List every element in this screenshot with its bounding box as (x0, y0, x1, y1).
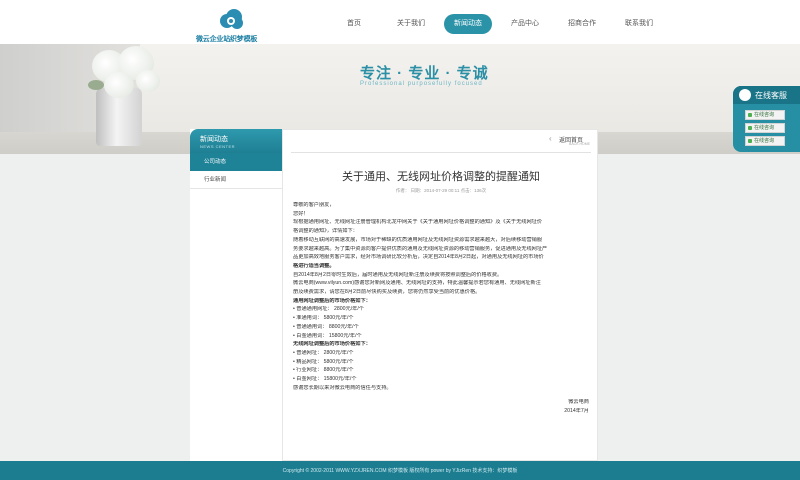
online-consult-button[interactable]: 在线咨询 (745, 110, 785, 120)
online-consult-button[interactable]: 在线咨询 (745, 136, 785, 146)
article-paragraph-line: • 精品网址： 5800元/年/个 (293, 358, 354, 365)
article-paragraph-line: • 普通通用网址： 2800元/年/个 (293, 306, 364, 313)
online-consult-button[interactable]: 在线咨询 (745, 123, 785, 133)
online-service-panel: 在线客服 在线咨询 在线咨询 在线咨询 (733, 86, 800, 152)
sidebar-subtitle: NEWS CENTER (200, 144, 236, 149)
article-paragraph-line: 册及续费需求，请您在8月2日前尽快购买及续费，您将仍然享受当前的优惠价格。 (293, 289, 481, 295)
article-paragraph-line: • 白金通用词： 15800元/年/个 (293, 332, 362, 339)
article-paragraph-line: 通用网址调整后的市场价格如下： (293, 297, 371, 304)
nav-products[interactable]: 产品中心 (501, 14, 549, 34)
article-paragraph-line: • 白金网址： 15800元/年/个 (293, 376, 357, 382)
article-paragraph-line: 感谢您长期以来对微云电商的信任与支持。 (293, 384, 392, 391)
leaf-decoration (88, 80, 104, 90)
article-panel: ‹ 返回首页 BACK HOME 关于通用、无线网址价格调整的提醒通知 作者： … (282, 129, 598, 461)
site-header: 微云企业站织梦模板 首页 关于我们 新闻动态 产品中心 招商合作 联系我们 (0, 0, 800, 44)
article-paragraph-line: • 准通用词： 5800元/年/个 (293, 315, 354, 322)
divider (291, 152, 591, 153)
back-arrow-icon: ‹ (549, 134, 552, 143)
sidebar: 新闻动态 NEWS CENTER 公司动态 行业新闻 (190, 129, 282, 461)
cloud-logo-icon (220, 9, 243, 29)
nav-cooperation[interactable]: 招商合作 (558, 14, 606, 34)
article-paragraph-line: • 普通网址： 2800元/年/个 (293, 349, 354, 356)
sidebar-title: 新闻动态 (200, 136, 228, 143)
main-nav: 首页 关于我们 新闻动态 产品中心 招商合作 联系我们 (330, 14, 672, 36)
article-paragraph-line: 2014年7月 (564, 408, 589, 415)
logo-text: 微云企业站织梦模板 (196, 36, 258, 43)
nav-about[interactable]: 关于我们 (387, 14, 435, 34)
flower-decoration (136, 70, 160, 92)
article-paragraph-line: 现根据通用网址、无线网址注册管理机构北龙中网关于《关于通用网址价格调整的通知》及… (293, 219, 543, 226)
article-paragraph-line: 品更加高效地服务客户需求，经对市场调研比较分析后，决定自2014年8月2日起，对… (293, 254, 544, 261)
service-header: 在线客服 (733, 86, 800, 104)
banner-slogan: 专注 · 专业 · 专诚 (360, 65, 489, 82)
article-meta: 作者： 日期：2014-07-29 00:11 点击：136次 (395, 188, 487, 193)
sidebar-item-company-news[interactable]: 公司动态 (190, 153, 282, 171)
article-paragraph-line: • 普通通用词： 8800元/年/个 (293, 323, 359, 330)
article-paragraph-line: 无线网址调整后的市场价格如下： (293, 341, 371, 348)
sidebar-item-industry-news[interactable]: 行业新闻 (190, 171, 282, 189)
footer-copyright: Copyright © 2002-2011 WWW.YZXJREN.COM 织梦… (282, 468, 518, 474)
nav-news[interactable]: 新闻动态 (444, 14, 492, 34)
site-logo[interactable]: 微云企业站织梦模板 (196, 8, 268, 44)
nav-home[interactable]: 首页 (330, 14, 378, 34)
article-paragraph-line: 随着移动互联网的高速发展，市场对于稀缺的优质通用网址及无线网址资源需求越来越大，… (293, 236, 543, 243)
article-paragraph-line: • 行业网址： 8800元/年/个 (293, 367, 354, 374)
article-title: 关于通用、无线网址价格调整的提醒通知 (342, 171, 540, 183)
article-paragraph-line: 微云电商 (568, 399, 589, 406)
article-paragraph-line: 您好！ (293, 210, 309, 217)
article-paragraph-line: 格进行适当调整。 (293, 262, 335, 269)
article-paragraph-line: 务要求越来越高。为了集中资源向客户提供优质的通用及无线网址资源的移动营销服务，促… (293, 245, 548, 252)
nav-contact[interactable]: 联系我们 (615, 14, 663, 34)
article-paragraph-line: 尊敬的客户朋友， (293, 202, 335, 208)
chat-icon (739, 89, 751, 101)
flower-decoration (104, 72, 134, 98)
article-paragraph-line: 微云电商(www.vilyun.com)感谢您对新网及通用、无线网址的支持，特此… (293, 280, 541, 287)
article-paragraph-line: 格调整的通知》，详情如下： (293, 228, 358, 235)
back-home-subtitle: BACK HOME (569, 142, 591, 146)
sidebar-header: 新闻动态 NEWS CENTER (190, 129, 282, 153)
banner-subtitle: Professional purposefully focused (360, 81, 483, 87)
site-footer: Copyright © 2002-2011 WWW.YZXJREN.COM 织梦… (0, 461, 800, 480)
article-paragraph-line: 自2014年8月2日零时生效后，届时通用及无线网址新注册及续费将按照调整后的价格… (293, 271, 503, 278)
service-title: 在线客服 (755, 91, 787, 100)
